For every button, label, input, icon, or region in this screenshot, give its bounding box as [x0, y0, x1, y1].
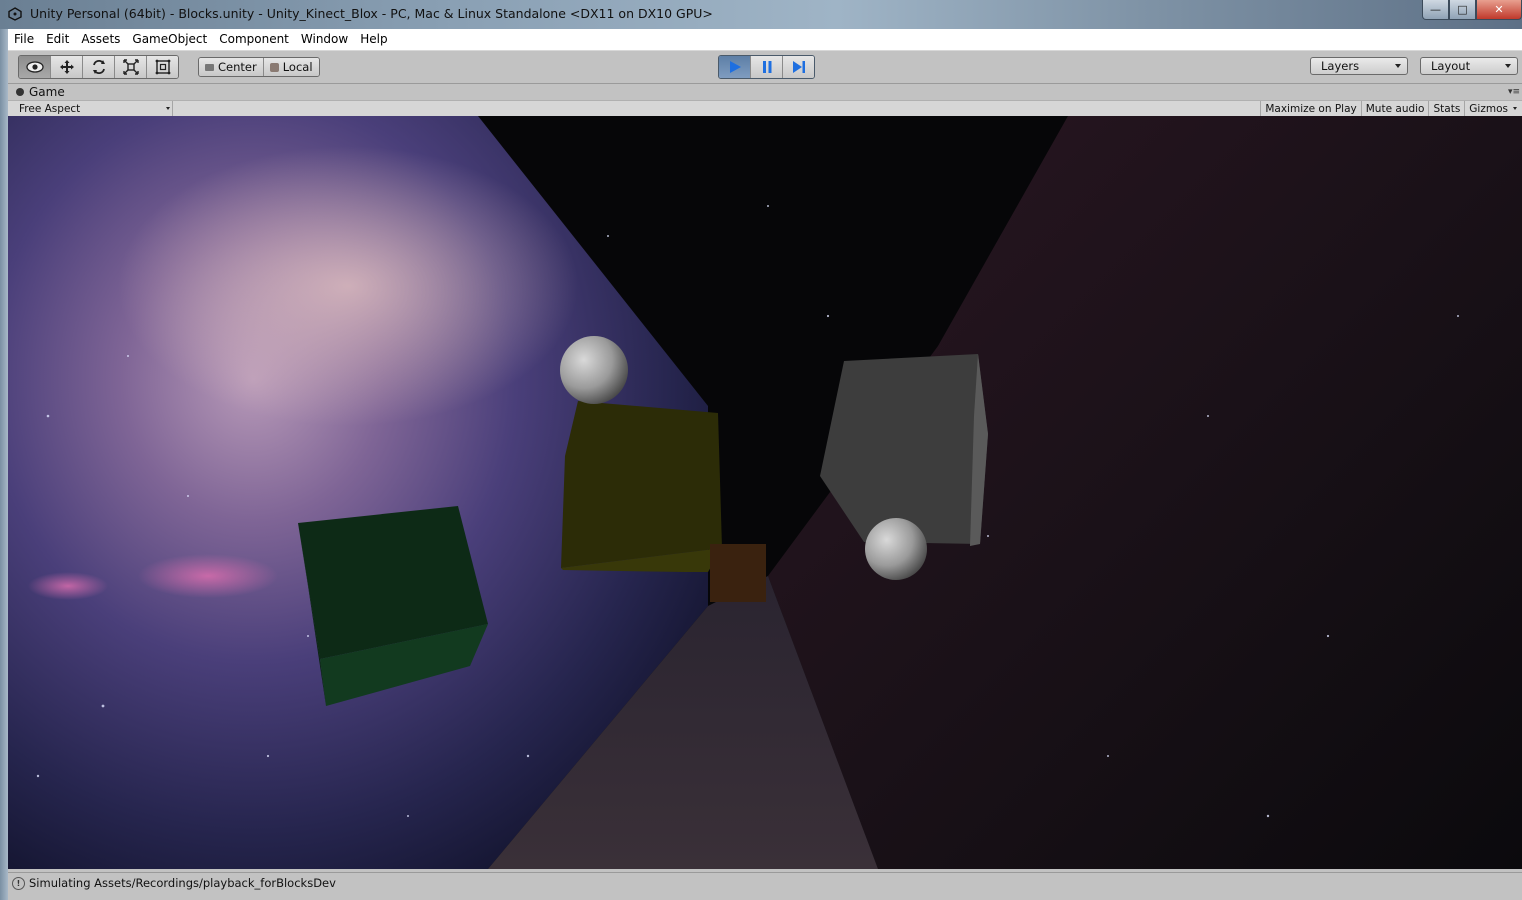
maximize-button[interactable]: □ [1449, 0, 1476, 20]
move-arrows-icon [59, 60, 74, 74]
transform-tools [18, 55, 179, 79]
step-button[interactable] [783, 56, 814, 78]
menu-component[interactable]: Component [213, 29, 295, 50]
game-scene [8, 116, 1522, 869]
menu-assets[interactable]: Assets [75, 29, 126, 50]
rotate-icon [92, 60, 105, 74]
chevron-down-icon [1505, 64, 1511, 68]
gizmos-dropdown[interactable]: Gizmos [1464, 101, 1520, 116]
stats-toggle[interactable]: Stats [1428, 101, 1464, 116]
menu-file[interactable]: File [8, 29, 40, 50]
rotate-tool-button[interactable] [83, 56, 115, 78]
unity-logo-icon [8, 7, 22, 21]
menu-help[interactable]: Help [354, 29, 393, 50]
window-controls: — □ ✕ [1422, 0, 1522, 20]
layout-dropdown[interactable]: Layout [1420, 57, 1518, 75]
scale-icon [122, 59, 139, 75]
aspect-label: Free Aspect [19, 102, 81, 115]
play-controls [718, 55, 815, 79]
status-text: Simulating Assets/Recordings/playback_fo… [29, 876, 336, 890]
pivot-toggles: Center Local [198, 57, 320, 77]
mute-audio-toggle[interactable]: Mute audio [1360, 101, 1429, 116]
play-icon [729, 61, 741, 73]
eye-icon [25, 61, 44, 73]
menu-gameobject[interactable]: GameObject [126, 29, 213, 50]
step-icon [792, 61, 805, 73]
menu-bar: File Edit Assets GameObject Component Wi… [8, 29, 1522, 51]
rect-tool-button[interactable] [147, 56, 178, 78]
pause-icon [762, 61, 771, 73]
tab-game[interactable]: Game [10, 84, 65, 100]
minimize-button[interactable]: — [1422, 0, 1449, 20]
title-bar[interactable]: Unity Personal (64bit) - Blocks.unity - … [0, 0, 1522, 29]
status-bar[interactable]: ! Simulating Assets/Recordings/playback_… [8, 872, 1522, 893]
game-view-icon [16, 88, 24, 96]
info-icon: ! [12, 876, 25, 890]
hand-tool-button[interactable] [19, 56, 51, 78]
layers-label: Layers [1321, 59, 1360, 73]
menu-edit[interactable]: Edit [40, 29, 75, 50]
move-tool-button[interactable] [51, 56, 83, 78]
rect-tool-icon [155, 59, 170, 75]
scale-tool-button[interactable] [115, 56, 147, 78]
main-toolbar: Center Local Layers Layout [8, 51, 1522, 84]
pivot-center-icon [205, 63, 214, 71]
pivot-center-button[interactable]: Center [199, 58, 263, 76]
pivot-local-label: Local [282, 60, 313, 74]
tab-game-label: Game [29, 85, 65, 99]
tab-menu-icon[interactable]: ▾≡ [1508, 87, 1520, 97]
game-view-toolbar: Free Aspect Maximize on Play Mute audio … [8, 100, 1522, 117]
chevron-down-icon [1513, 107, 1517, 110]
chevron-down-icon [166, 107, 170, 110]
game-viewport[interactable] [8, 116, 1522, 869]
unity-editor-window: Unity Personal (64bit) - Blocks.unity - … [0, 0, 1522, 900]
menu-window[interactable]: Window [295, 29, 354, 50]
layers-dropdown[interactable]: Layers [1310, 57, 1408, 75]
aspect-dropdown[interactable]: Free Aspect [11, 101, 173, 116]
pivot-center-label: Center [218, 60, 257, 74]
pivot-local-button[interactable]: Local [262, 58, 319, 76]
close-button[interactable]: ✕ [1476, 0, 1522, 20]
play-button[interactable] [719, 56, 751, 78]
pause-button[interactable] [751, 56, 783, 78]
layout-label: Layout [1431, 59, 1471, 73]
game-tab-bar: Game ▾≡ [8, 84, 1522, 100]
window-title: Unity Personal (64bit) - Blocks.unity - … [30, 6, 713, 21]
window-frame-edge [0, 29, 8, 900]
maximize-on-play-toggle[interactable]: Maximize on Play [1260, 101, 1360, 116]
local-space-icon [269, 62, 279, 72]
gizmos-label: Gizmos [1469, 102, 1508, 115]
game-view-options: Maximize on Play Mute audio Stats Gizmos [1260, 101, 1520, 116]
chevron-down-icon [1395, 64, 1401, 68]
